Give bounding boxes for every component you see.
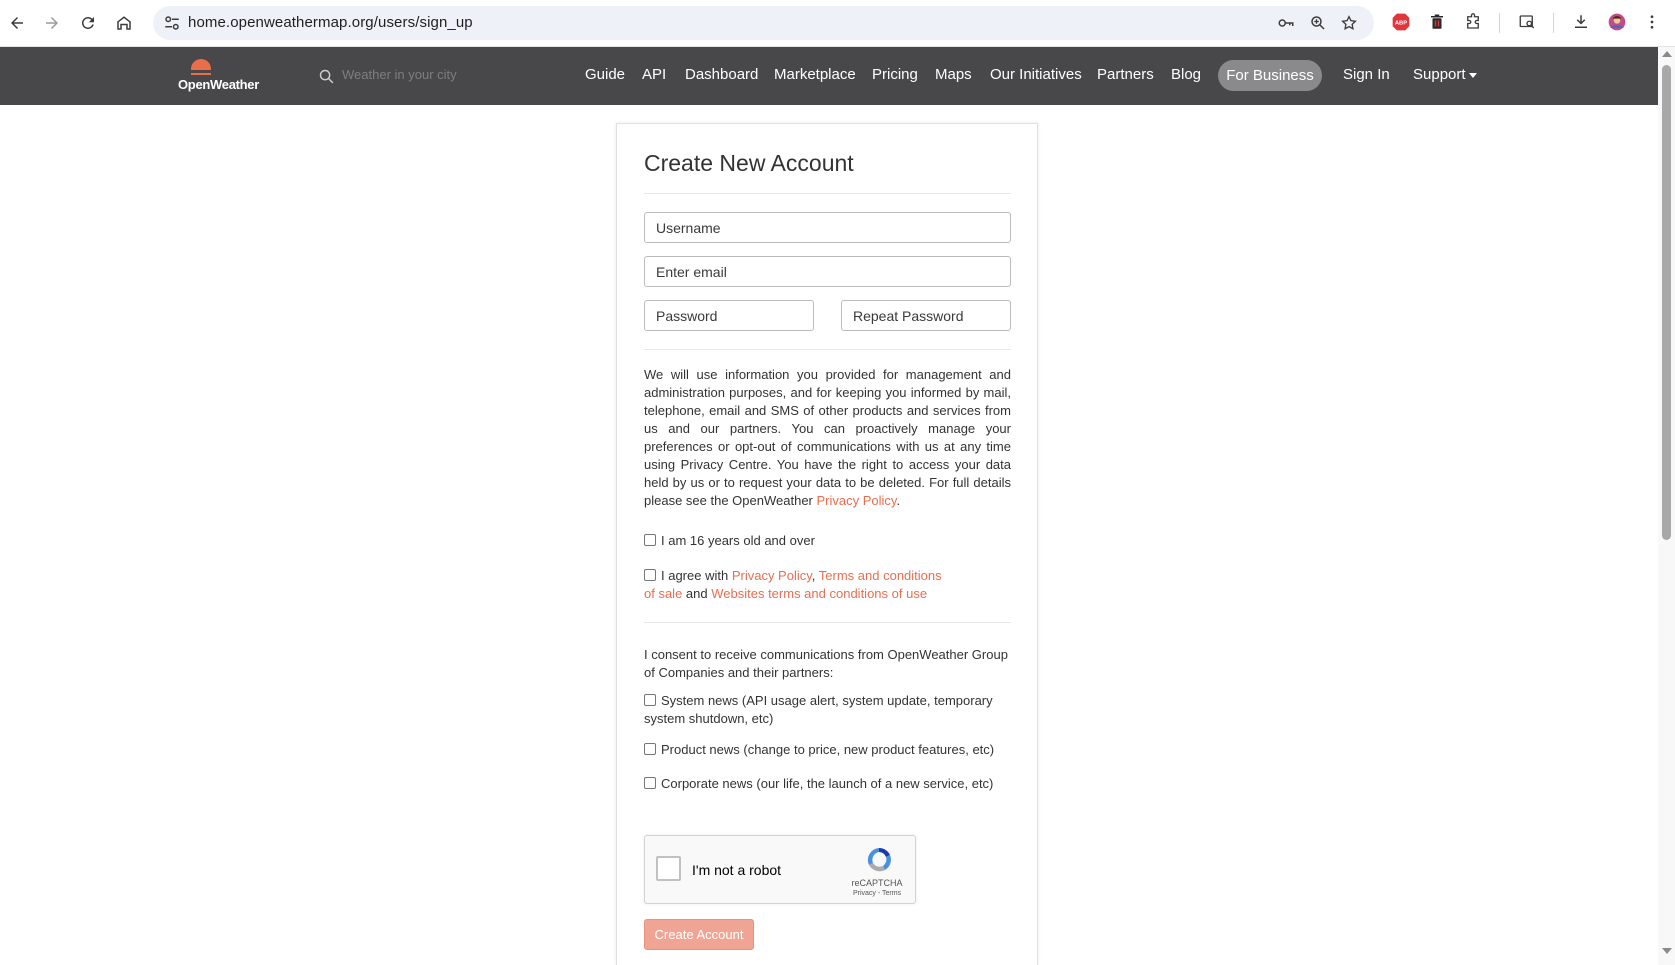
search-placeholder: Weather in your city	[342, 67, 457, 82]
adblock-extension-icon[interactable]: ABP	[1390, 11, 1412, 33]
nav-link-marketplace[interactable]: Marketplace	[774, 66, 856, 83]
corporate-news-checkbox[interactable]	[644, 777, 656, 789]
sign-in-link[interactable]: Sign In	[1343, 66, 1390, 83]
agree-checkbox[interactable]	[644, 569, 656, 581]
site-settings-icon[interactable]	[163, 14, 181, 32]
agree-and: and	[682, 586, 712, 601]
create-account-button[interactable]: Create Account	[644, 919, 754, 950]
menu-kebab-icon[interactable]	[1641, 11, 1663, 33]
for-business-label: For Business	[1226, 67, 1314, 84]
corporate-news-label: Corporate news (our life, the launch of …	[661, 776, 994, 791]
arrow-left-icon	[11, 17, 23, 29]
product-news-label: Product news (change to price, new produ…	[661, 742, 995, 757]
address-bar[interactable]: home.openweathermap.org/users/sign_up	[153, 6, 1374, 40]
home-icon	[117, 16, 131, 30]
nav-link-api[interactable]: API	[642, 66, 666, 83]
profile-avatar[interactable]	[1606, 11, 1628, 33]
divider	[644, 193, 1011, 194]
nav-link-our-initiatives[interactable]: Our Initiatives	[990, 66, 1082, 83]
download-icon[interactable]	[1570, 11, 1592, 33]
zoom-icon[interactable]	[1309, 14, 1327, 32]
page-title: Create New Account	[644, 150, 854, 176]
nav-link-dashboard[interactable]: Dashboard	[685, 66, 758, 83]
caret-down-icon	[1468, 72, 1477, 78]
reload-button[interactable]	[72, 8, 104, 38]
forward-button[interactable]	[36, 8, 68, 38]
support-label: Support	[1413, 66, 1466, 83]
back-button[interactable]	[1, 8, 33, 38]
system-news-checkbox[interactable]	[644, 694, 656, 706]
logo-text: OpenWeather	[178, 77, 259, 92]
scroll-up-arrow-icon[interactable]	[1662, 51, 1672, 57]
search-icon	[319, 69, 334, 84]
bookmark-star-icon[interactable]	[1340, 14, 1358, 32]
page-scrollbar[interactable]	[1658, 47, 1675, 965]
toolbar-divider	[1553, 13, 1554, 33]
system-news-row: System news (API usage alert, system upd…	[644, 692, 994, 728]
password-input[interactable]	[644, 300, 814, 331]
nav-link-blog[interactable]: Blog	[1171, 66, 1201, 83]
nav-link-partners[interactable]: Partners	[1097, 66, 1154, 83]
nav-link-maps[interactable]: Maps	[935, 66, 972, 83]
consent-text: I consent to receive communications from…	[644, 647, 1008, 680]
openweather-logo[interactable]: OpenWeather	[178, 55, 266, 97]
create-account-label: Create Account	[654, 927, 744, 942]
trash-extension-icon[interactable]	[1426, 11, 1448, 33]
agree-prefix: I agree with	[661, 568, 732, 583]
product-news-checkbox[interactable]	[644, 743, 656, 755]
extensions-puzzle-icon[interactable]	[1462, 11, 1484, 33]
divider	[644, 622, 1011, 623]
product-news-row: Product news (change to price, new produ…	[644, 741, 1014, 759]
agree-comma: ,	[811, 568, 819, 583]
age-checkbox-row: I am 16 years old and over	[644, 532, 1014, 550]
agree-checkbox-row: I agree with Privacy Policy, Terms and c…	[644, 567, 954, 603]
repeat-password-input[interactable]	[841, 300, 1011, 331]
support-dropdown[interactable]: Support	[1413, 66, 1477, 83]
browser-toolbar: home.openweathermap.org/users/sign_up AB…	[0, 0, 1675, 47]
nav-link-guide[interactable]: Guide	[585, 66, 625, 83]
for-business-button[interactable]: For Business	[1218, 60, 1322, 91]
email-input[interactable]	[644, 256, 1011, 287]
age-label: I am 16 years old and over	[661, 533, 815, 548]
policy-paragraph: We will use information you provided for…	[644, 366, 1011, 510]
site-header: OpenWeather Weather in your city Guide A…	[0, 47, 1658, 105]
city-search[interactable]: Weather in your city	[318, 65, 498, 87]
recaptcha-label: I'm not a robot	[692, 862, 782, 878]
arrow-right-icon	[46, 17, 58, 29]
privacy-policy-link[interactable]: Privacy Policy	[817, 493, 897, 508]
corporate-news-row: Corporate news (our life, the launch of …	[644, 775, 1014, 793]
age-checkbox[interactable]	[644, 534, 656, 546]
policy-text: We will use information you provided for…	[644, 367, 1011, 508]
recaptcha-privacy-terms[interactable]: Privacy - Terms	[845, 890, 909, 897]
home-button[interactable]	[108, 8, 140, 38]
sun-logo-icon	[181, 59, 221, 79]
url-text: home.openweathermap.org/users/sign_up	[188, 14, 473, 31]
recaptcha-logo-icon	[867, 847, 891, 872]
signup-form-card: Create New Account We will use informati…	[616, 123, 1038, 965]
recaptcha-checkbox[interactable]	[656, 856, 681, 881]
username-input[interactable]	[644, 212, 1011, 243]
svg-text:ABP: ABP	[1395, 21, 1407, 27]
policy-end: .	[896, 493, 901, 508]
website-terms-link[interactable]: Websites terms and conditions of use	[711, 586, 927, 601]
reload-icon	[81, 16, 94, 29]
divider	[644, 349, 1011, 350]
scroll-down-arrow-icon[interactable]	[1662, 948, 1672, 954]
system-news-label: System news (API usage alert, system upd…	[644, 693, 993, 726]
nav-link-pricing[interactable]: Pricing	[872, 66, 918, 83]
toolbar-divider	[1499, 13, 1500, 33]
recaptcha-widget: I'm not a robot reCAPTCHA Privacy - Term…	[644, 835, 916, 904]
tab-search-icon[interactable]	[1516, 11, 1538, 33]
agree-privacy-policy-link[interactable]: Privacy Policy	[732, 568, 812, 583]
recaptcha-brand: reCAPTCHA	[851, 878, 903, 888]
key-icon[interactable]	[1277, 14, 1295, 32]
scroll-thumb[interactable]	[1662, 65, 1671, 540]
